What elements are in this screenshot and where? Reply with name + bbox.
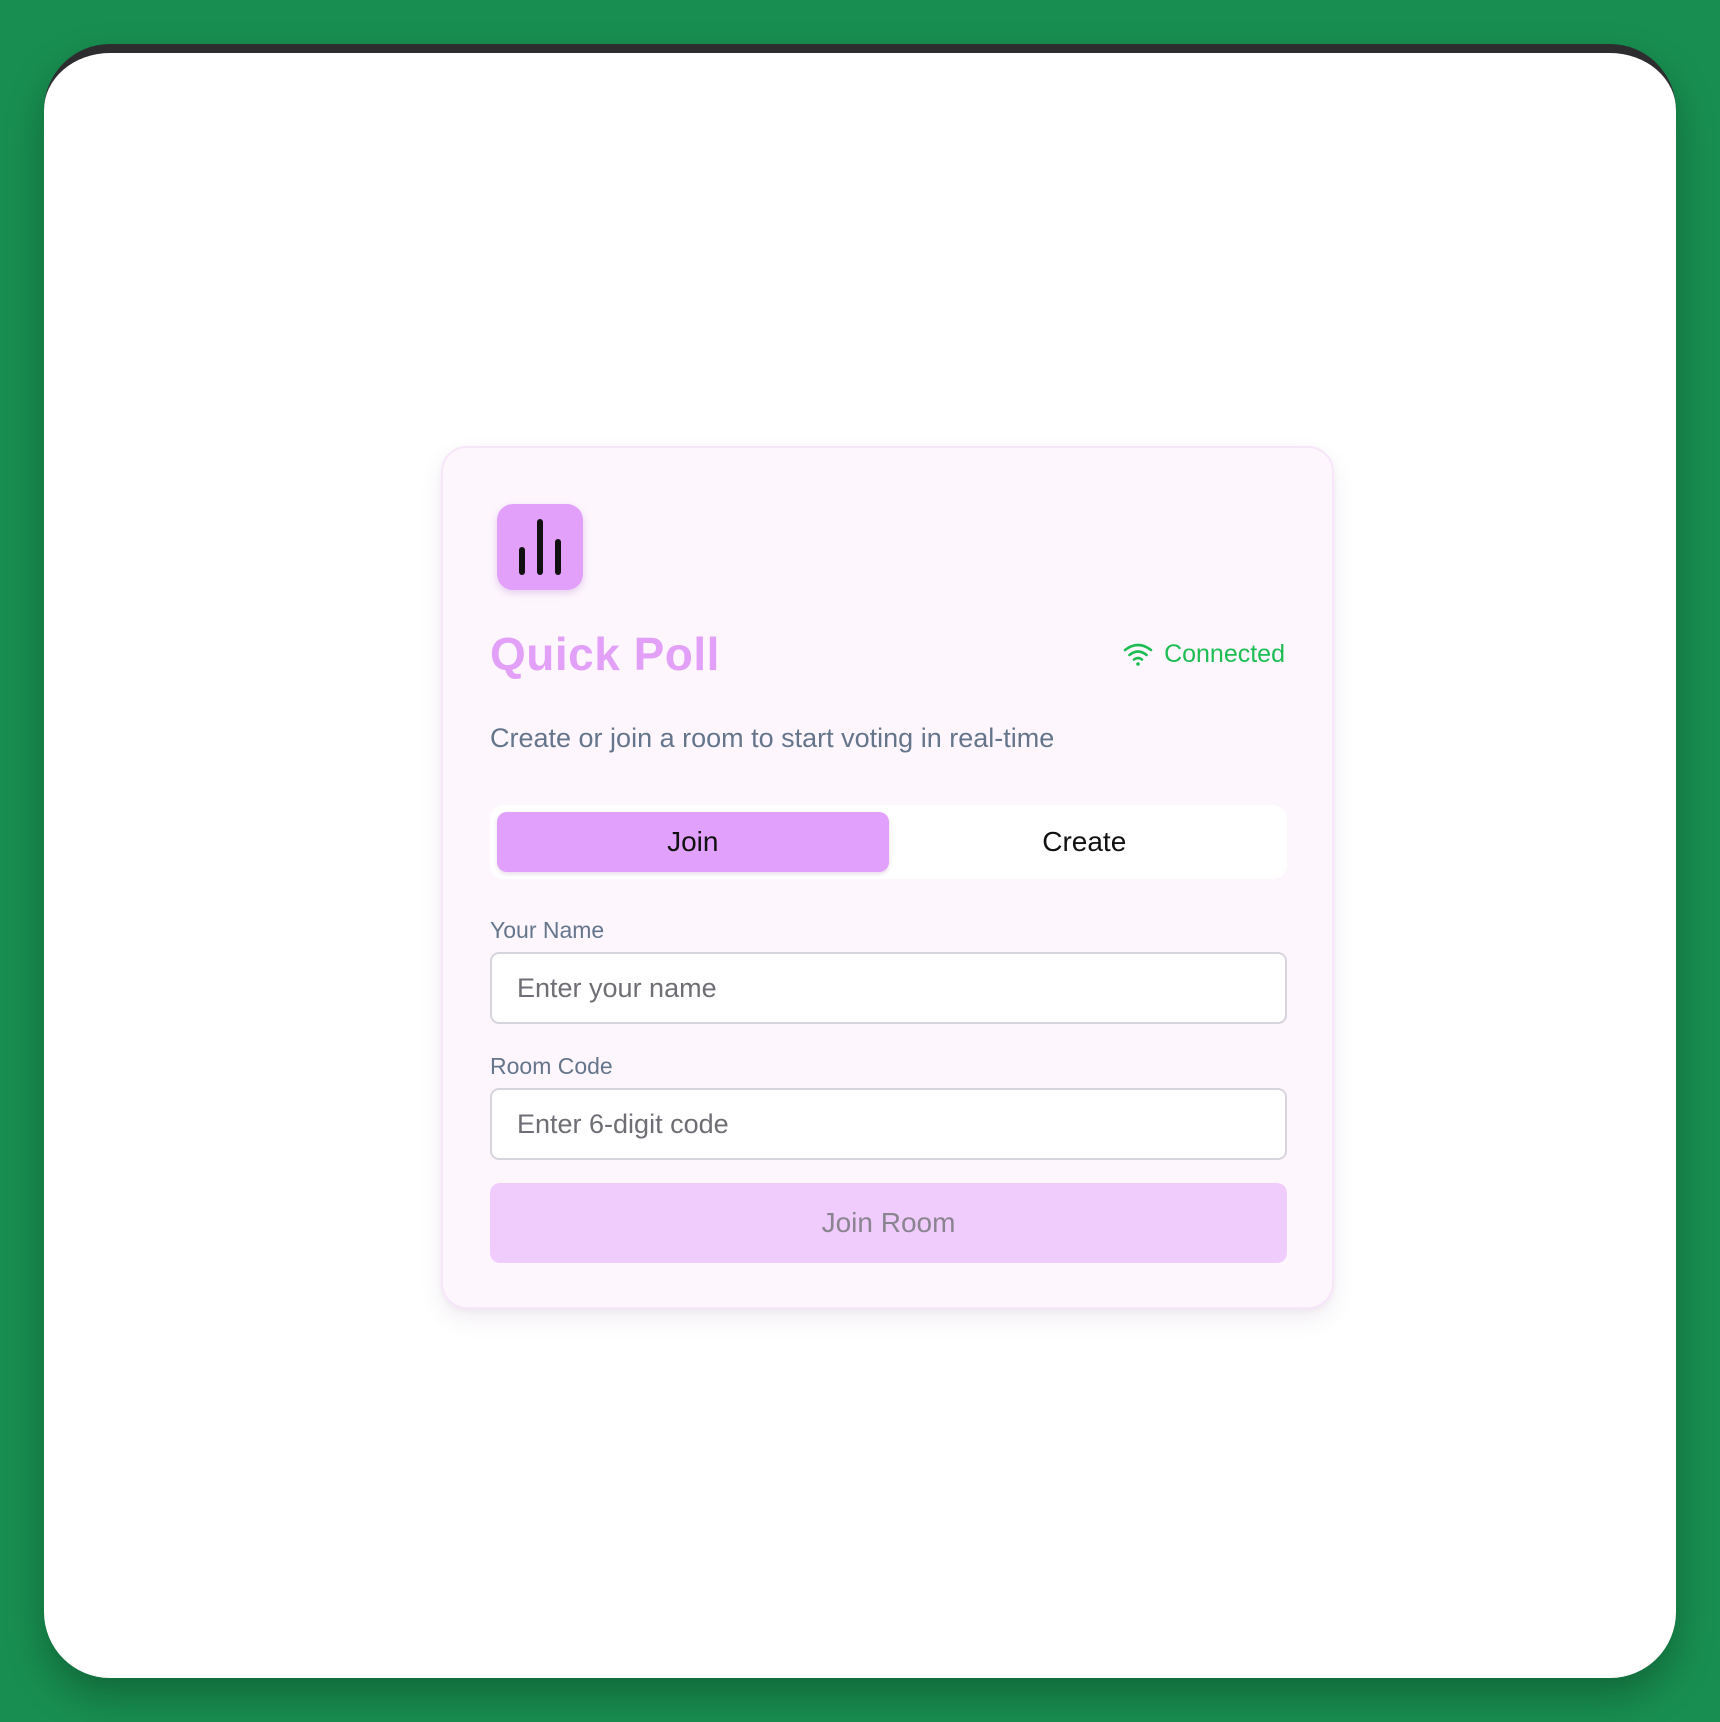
tab-join[interactable]: Join — [497, 812, 889, 872]
name-label: Your Name — [490, 917, 605, 943]
room-code-input[interactable] — [490, 1088, 1287, 1160]
join-room-button[interactable]: Join Room — [490, 1183, 1287, 1263]
wifi-icon — [1123, 643, 1153, 666]
tab-create[interactable]: Create — [889, 812, 1281, 872]
name-input[interactable] — [490, 952, 1287, 1024]
connection-status-label: Connected — [1164, 640, 1285, 668]
app-window: Quick Poll Connected Create or join a ro… — [44, 44, 1676, 1678]
room-code-label: Room Code — [490, 1053, 613, 1079]
poll-card: Quick Poll Connected Create or join a ro… — [441, 446, 1334, 1309]
page-title: Quick Poll — [490, 628, 720, 680]
bar-chart-icon — [519, 519, 561, 575]
app-logo — [497, 504, 583, 590]
page-subtitle: Create or join a room to start voting in… — [490, 723, 1055, 753]
mode-tabs: Join Create — [490, 805, 1287, 879]
connection-status: Connected — [1122, 638, 1285, 670]
